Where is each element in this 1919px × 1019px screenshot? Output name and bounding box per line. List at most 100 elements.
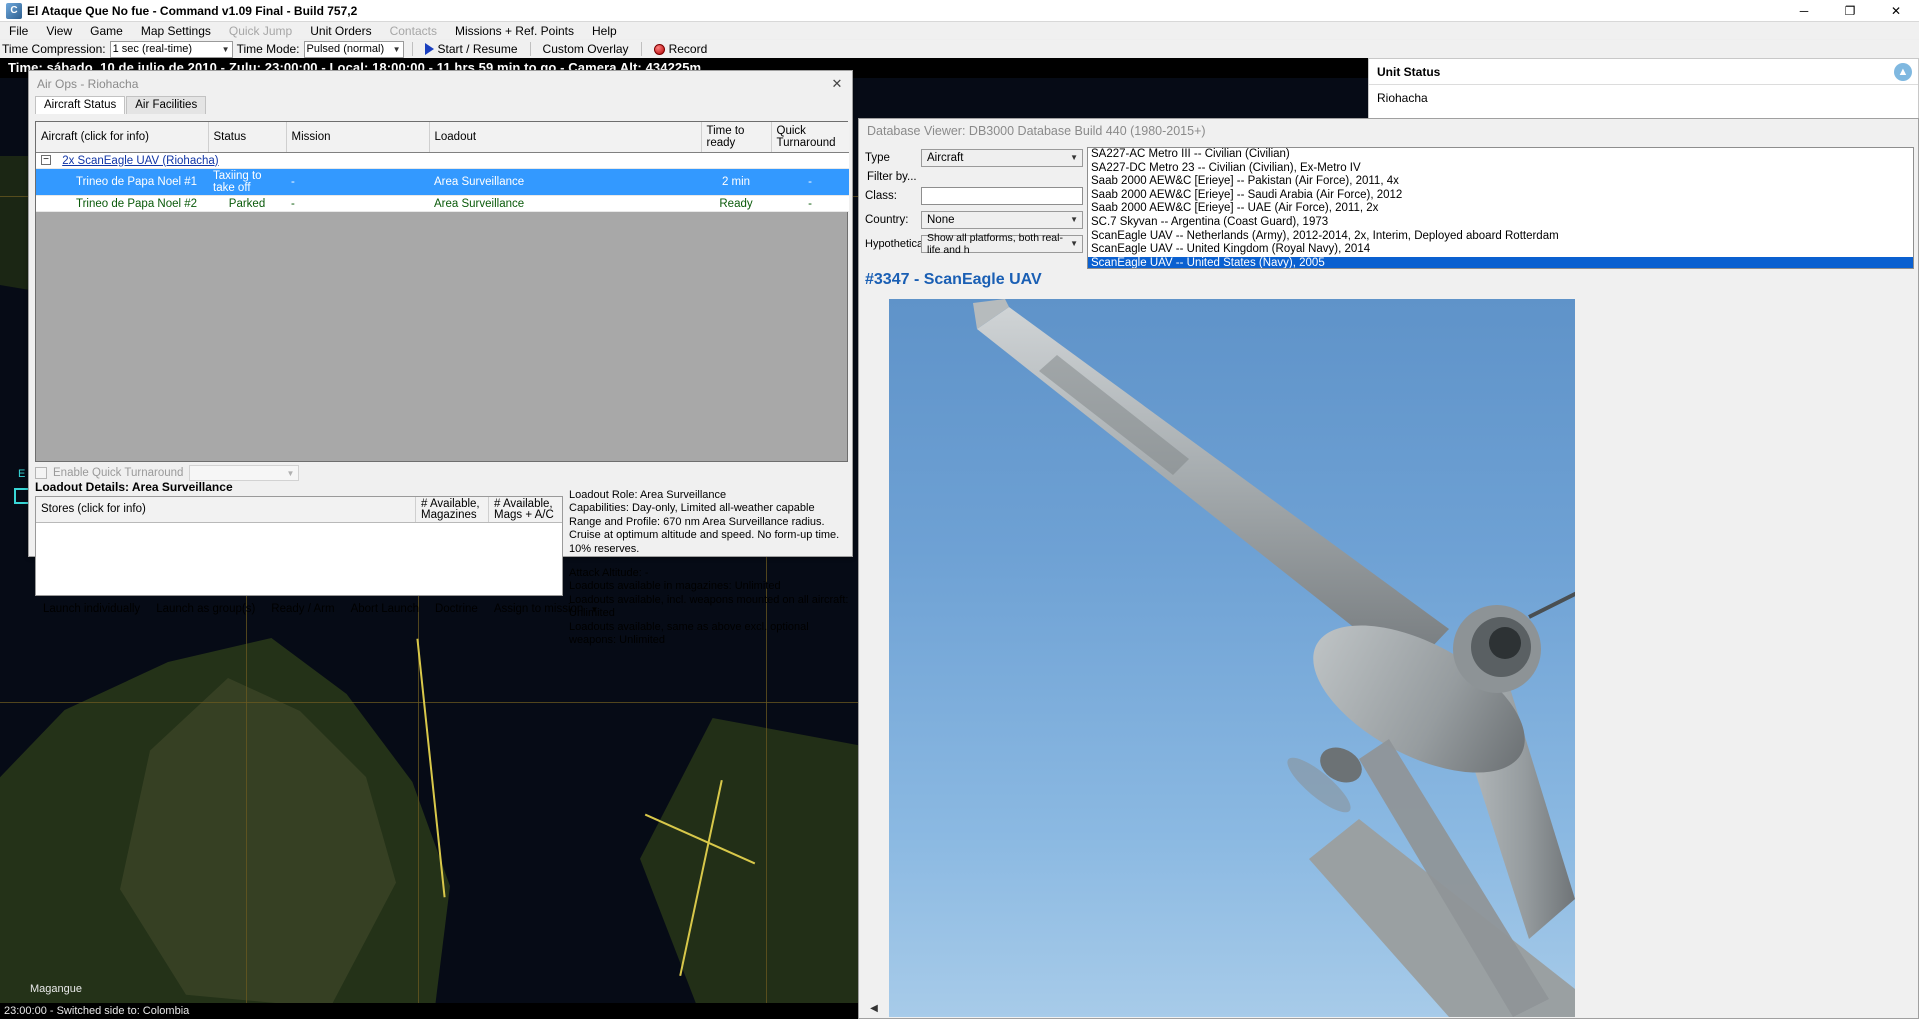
application-root: E Magangue 23:00:00 - Switched side to: … [0, 0, 1919, 1019]
country-label: Country: [865, 213, 909, 226]
time-mode-label: Time Mode: [236, 42, 300, 56]
country-value: None [927, 213, 955, 226]
database-viewer-title: Database Viewer: DB3000 Database Build 4… [867, 124, 1206, 138]
chevron-left-icon[interactable]: ◀ [867, 1002, 881, 1016]
menu-item-view[interactable]: View [37, 22, 81, 40]
aircraft-group-row[interactable]: − 2x ScanEagle UAV (Riohacha) [36, 152, 849, 169]
menu-item-map-settings[interactable]: Map Settings [132, 22, 220, 40]
chevron-down-icon: ▼ [392, 44, 401, 54]
database-viewer-filters: Type Aircraft ▼ Filter by... Class: Coun… [865, 147, 1085, 257]
column-header-loadout[interactable]: Loadout [429, 122, 702, 153]
time-mode-select[interactable]: Pulsed (normal) ▼ [303, 40, 404, 58]
column-header-available-magazines[interactable]: # Available, Magazines [416, 497, 489, 522]
list-item[interactable]: Saab 2000 AEW&C [Erieye] -- Pakistan (Ai… [1088, 175, 1913, 189]
class-input[interactable] [921, 186, 1083, 205]
time-mode-value: Pulsed (normal) [306, 43, 385, 55]
list-item[interactable]: SA227-DC Metro 23 -- Civilian (Civilian)… [1088, 162, 1913, 176]
launch-individually-button[interactable]: Launch individually [35, 601, 148, 617]
list-item[interactable]: Saab 2000 AEW&C [Erieye] -- Saudi Arabia… [1088, 189, 1913, 203]
collapse-expander-icon[interactable]: − [41, 155, 51, 166]
column-header-time-to-ready[interactable]: Time to ready [701, 122, 772, 153]
database-entry-title: #3347 - ScanEagle UAV [865, 271, 1042, 288]
database-results-list[interactable]: SA227-AC Metro III -- Civilian (Civilian… [1087, 147, 1914, 269]
menu-item-unit-orders[interactable]: Unit Orders [301, 22, 380, 40]
stores-grid[interactable]: Stores (click for info) # Available, Maga… [35, 496, 563, 596]
close-icon[interactable]: ✕ [826, 74, 848, 94]
menu-item-game[interactable]: Game [81, 22, 132, 40]
minimize-button[interactable]: ─ [1781, 0, 1827, 22]
tab-air-facilities[interactable]: Air Facilities [126, 96, 207, 114]
enable-quick-turnaround-checkbox[interactable] [35, 467, 47, 479]
loadout-role: Loadout Role: Area Surveillance [569, 489, 727, 501]
column-header-status[interactable]: Status [208, 122, 287, 153]
country-field-row: Country: None ▼ [865, 209, 1085, 230]
enable-quick-turnaround-label: Enable Quick Turnaround [53, 467, 184, 479]
aircraft-table-header-row: Aircraft (click for info) Status Mission… [36, 122, 849, 153]
column-header-available-mags-ac[interactable]: # Available, Mags + A/C [489, 497, 562, 522]
aircraft-name: Trineo de Papa Noel #2 [36, 195, 208, 212]
list-item[interactable]: Saab 2000 AEW&C [Erieye] -- UAE (Air For… [1088, 202, 1913, 216]
column-header-mission[interactable]: Mission [286, 122, 430, 153]
hypothetical-select[interactable]: Show all platforms, both real-life and h… [921, 232, 1083, 256]
list-item-selected[interactable]: ScanEagle UAV -- United States (Navy), 2… [1088, 256, 1913, 268]
list-item[interactable]: SA227-AC Metro III -- Civilian (Civilian… [1088, 148, 1913, 162]
chevron-down-icon: ▼ [286, 468, 295, 478]
chevron-collapse-icon[interactable]: ▲ [1894, 62, 1912, 81]
loadout-capabilities: Capabilities: Day-only, Limited all-weat… [569, 502, 815, 515]
quick-turnaround-row: Enable Quick Turnaround ▼ [35, 465, 300, 481]
doctrine-button[interactable]: Doctrine [427, 601, 486, 617]
table-row[interactable]: Trineo de Papa Noel #1 Taxiing to take o… [36, 168, 849, 196]
toolbar-divider [640, 42, 642, 56]
command-app-icon: C [6, 2, 22, 19]
chevron-down-icon: ▼ [1070, 215, 1078, 224]
time-compression-value: 1 sec (real-time) [112, 43, 193, 55]
maximize-button[interactable]: ❐ [1827, 0, 1873, 22]
hypothetical-field-row: Hypothetical: Show all platforms, both r… [865, 232, 1085, 256]
toolbar-divider [529, 42, 531, 56]
play-icon [424, 43, 434, 55]
window-titlebar: C El Ataque Que No fue - Command v1.09 F… [0, 0, 1919, 22]
time-compression-label: Time Compression: [2, 42, 106, 56]
map-place-label: Magangue [30, 983, 82, 995]
abort-launch-button[interactable]: Abort Launch [343, 601, 427, 617]
custom-overlay-button[interactable]: Custom Overlay [539, 42, 633, 56]
record-label: Record [668, 42, 708, 56]
country-select[interactable]: None ▼ [921, 210, 1083, 229]
aircraft-quick-turnaround: - [771, 168, 849, 196]
assign-to-mission-button[interactable]: Assign to mission ▼ [486, 601, 607, 617]
loadout-available-magazines: Loadouts available in magazines: Unlimit… [569, 580, 781, 593]
filter-by-label: Filter by... [867, 171, 917, 183]
menu-item-missions-ref-points[interactable]: Missions + Ref. Points [446, 22, 583, 40]
menu-item-file[interactable]: File [0, 22, 37, 40]
assign-to-mission-label: Assign to mission [493, 603, 584, 615]
aircraft-loadout: Area Surveillance [429, 168, 701, 196]
type-select[interactable]: Aircraft ▼ [921, 148, 1083, 167]
ready-arm-button[interactable]: Ready / Arm [263, 601, 342, 617]
list-item[interactable]: ScanEagle UAV -- Netherlands (Army), 201… [1088, 230, 1913, 244]
window-title: El Ataque Que No fue - Command v1.09 Fin… [27, 3, 358, 18]
start-resume-button[interactable]: Start / Resume [421, 42, 522, 56]
launch-as-groups-button[interactable]: Launch as group(s) [148, 601, 263, 617]
aircraft-group-link[interactable]: 2x ScanEagle UAV (Riohacha) [62, 155, 218, 167]
aircraft-status-grid[interactable]: Aircraft (click for info) Status Mission… [35, 121, 849, 462]
aircraft-table: Aircraft (click for info) Status Mission… [36, 122, 849, 212]
column-header-stores[interactable]: Stores (click for info) [36, 497, 416, 522]
table-row[interactable]: Trineo de Papa Noel #2 Parked - Area Sur… [36, 195, 849, 212]
column-header-aircraft[interactable]: Aircraft (click for info) [36, 122, 209, 153]
aircraft-status: Taxiing to take off [208, 168, 286, 196]
close-button[interactable]: ✕ [1873, 0, 1919, 22]
record-icon [653, 43, 665, 55]
column-header-quick-turnaround[interactable]: Quick Turnaround [771, 122, 849, 153]
list-item[interactable]: SC.7 Skyvan -- Argentina (Coast Guard), … [1088, 216, 1913, 230]
quick-turnaround-select[interactable]: ▼ [189, 465, 300, 481]
time-compression-select[interactable]: 1 sec (real-time) ▼ [109, 40, 233, 58]
window-controls: ─ ❐ ✕ [1781, 0, 1919, 22]
uav-illustration [973, 299, 1575, 1017]
record-button[interactable]: Record [650, 42, 712, 56]
tab-aircraft-status[interactable]: Aircraft Status [35, 96, 126, 114]
unit-status-title: Unit Status [1377, 64, 1441, 79]
air-ops-titlebar: Air Ops - Riohacha ✕ [29, 71, 852, 96]
air-ops-title: Air Ops - Riohacha [37, 76, 139, 91]
menu-item-help[interactable]: Help [583, 22, 626, 40]
list-item[interactable]: ScanEagle UAV -- United Kingdom (Royal N… [1088, 243, 1913, 257]
